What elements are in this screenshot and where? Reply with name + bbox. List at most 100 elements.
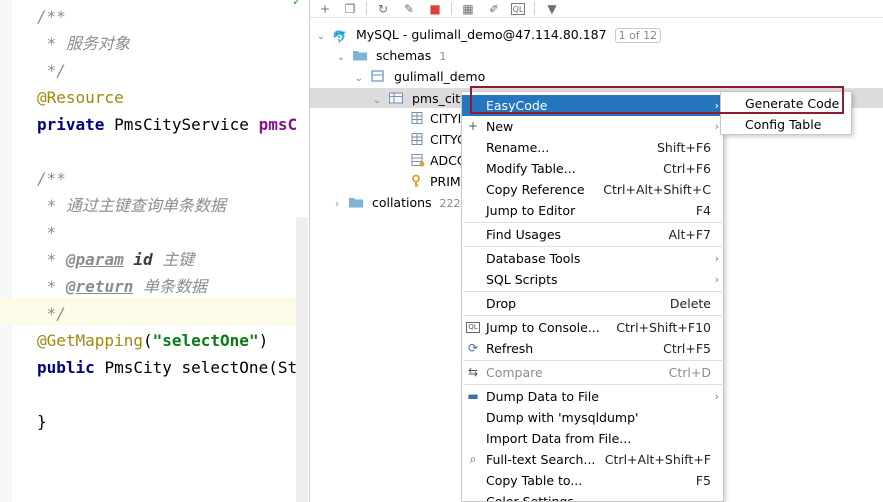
collapse-arrow-icon[interactable]: › bbox=[330, 194, 344, 215]
menu-item-label: Copy Table to... bbox=[486, 473, 583, 488]
menu-item-label: Find Usages bbox=[486, 227, 562, 242]
menu-item-easycode[interactable]: EasyCode › bbox=[462, 95, 723, 116]
expand-arrow-icon[interactable]: ⌄ bbox=[334, 47, 348, 68]
code-line: * @return 单条数据 bbox=[37, 273, 207, 300]
tree-child-item[interactable]: CITYI bbox=[410, 108, 461, 129]
easycode-submenu: Generate Code Config Table bbox=[720, 91, 852, 135]
menu-item-dump-data-to-file[interactable]: ▬ Dump Data to File › bbox=[462, 386, 723, 407]
table-icon bbox=[388, 90, 404, 104]
properties-icon[interactable]: ✎ bbox=[400, 0, 418, 17]
menu-item-label: Drop bbox=[486, 296, 517, 311]
menu-item-rename[interactable]: Rename... Shift+F6 bbox=[462, 137, 723, 158]
schema-label: gulimall_demo bbox=[393, 69, 486, 84]
menu-item-compare: ⇆ Compare Ctrl+D bbox=[462, 362, 723, 383]
menu-item-drop[interactable]: Drop Delete bbox=[462, 293, 723, 314]
tree-child-item[interactable]: PRIM bbox=[410, 171, 461, 192]
menu-item-shortcut: Ctrl+F6 bbox=[663, 161, 711, 176]
menu-item-find-usages[interactable]: Find Usages Alt+F7 bbox=[462, 224, 723, 245]
code-line: */ bbox=[37, 57, 66, 84]
code-token: 单条数据 bbox=[133, 277, 207, 296]
add-icon[interactable]: + bbox=[316, 0, 334, 17]
code-line: * 服务对象 bbox=[37, 30, 130, 57]
menu-item-shortcut: Shift+F6 bbox=[656, 140, 711, 155]
code-line: * 通过主键查询单条数据 bbox=[37, 192, 226, 219]
tree-schema[interactable]: ⌄ gulimall_demo bbox=[352, 66, 485, 87]
refresh-icon[interactable]: ↻ bbox=[374, 0, 392, 17]
toolbar-separator bbox=[451, 2, 452, 15]
menu-item-new[interactable]: + New › bbox=[462, 116, 723, 137]
menu-item-shortcut: F5 bbox=[695, 473, 711, 488]
table-label: pms_city bbox=[411, 91, 468, 106]
menu-item-sql-scripts[interactable]: SQL Scripts › bbox=[462, 269, 723, 290]
menu-item-label: New bbox=[486, 119, 514, 134]
menu-item-jump-to-editor[interactable]: Jump to Editor F4 bbox=[462, 200, 723, 221]
menu-item-label: Rename... bbox=[486, 140, 550, 155]
menu-item-color-settings[interactable]: Color Settings... bbox=[462, 491, 723, 501]
menu-item-shortcut: Delete bbox=[669, 296, 711, 311]
menu-item-full-text-search[interactable]: ⌕ Full-text Search... Ctrl+Alt+Shift+F bbox=[462, 449, 723, 470]
expand-arrow-icon[interactable]: ⌄ bbox=[370, 90, 384, 111]
tree-child-label: CITYI bbox=[430, 111, 462, 126]
code-token: @Resource bbox=[37, 88, 124, 107]
filter-icon[interactable]: ▼ bbox=[543, 0, 561, 17]
menu-item-import-data-from-file[interactable]: Import Data from File... bbox=[462, 428, 723, 449]
code-token: PmsCity selectOne(St bbox=[104, 358, 298, 377]
menu-item-label: Import Data from File... bbox=[486, 431, 632, 446]
menu-item-refresh[interactable]: ⟳ Refresh Ctrl+F5 bbox=[462, 338, 723, 359]
menu-item-label: Modify Table... bbox=[486, 161, 576, 176]
inspection-ok-icon: ✓ bbox=[292, 0, 303, 8]
menu-item-modify-table[interactable]: Modify Table... Ctrl+F6 bbox=[462, 158, 723, 179]
code-token: PmsCityService bbox=[114, 115, 259, 134]
menu-item-copy-table-to[interactable]: Copy Table to... F5 bbox=[462, 470, 723, 491]
edit-icon[interactable]: ✐ bbox=[485, 0, 503, 17]
menu-separator bbox=[463, 246, 722, 247]
connection-label: MySQL - gulimall_demo@47.114.80.187 bbox=[355, 27, 607, 42]
stop-icon[interactable]: ■ bbox=[426, 0, 444, 17]
menu-item-copy-reference[interactable]: Copy Reference Ctrl+Alt+Shift+C bbox=[462, 179, 723, 200]
code-editor[interactable]: ✓ /** * 服务对象 */ @Resource private PmsCityS… bbox=[0, 0, 308, 502]
menu-item-shortcut: Ctrl+Alt+Shift+C bbox=[603, 182, 711, 197]
menu-separator bbox=[463, 315, 722, 316]
menu-separator bbox=[463, 222, 722, 223]
code-line: public PmsCity selectOne(St bbox=[37, 354, 297, 381]
tree-table[interactable]: ⌄ pms_city bbox=[370, 88, 468, 109]
code-token: "selectOne" bbox=[152, 331, 259, 350]
menu-item-jump-to-console[interactable]: QL Jump to Console... Ctrl+Shift+F10 bbox=[462, 317, 723, 338]
expand-arrow-icon[interactable]: ⌄ bbox=[352, 68, 366, 89]
tree-child-label: PRIM bbox=[430, 174, 461, 189]
tree-child-item[interactable]: CITYC bbox=[410, 129, 466, 150]
copy-icon[interactable]: ❐ bbox=[341, 0, 359, 17]
code-token: id bbox=[133, 250, 153, 269]
menu-item-label: Dump with 'mysqldump' bbox=[486, 410, 639, 425]
tree-connection[interactable]: ⌄ 🐬 MySQL - gulimall_demo@47.114.80.187 … bbox=[314, 24, 662, 47]
code-line: /** bbox=[37, 3, 66, 30]
index-icon bbox=[410, 152, 426, 167]
menu-item-database-tools[interactable]: Database Tools › bbox=[462, 248, 723, 269]
menu-separator bbox=[463, 291, 722, 292]
submenu-item-config-table[interactable]: Config Table bbox=[721, 114, 851, 135]
console-icon[interactable]: QL bbox=[511, 3, 525, 15]
code-token: @param bbox=[65, 250, 124, 269]
folder-icon bbox=[348, 194, 364, 208]
submenu-arrow-icon: › bbox=[714, 120, 719, 133]
tree-schemas[interactable]: ⌄ schemas 1 bbox=[334, 45, 447, 68]
submenu-item-generate-code[interactable]: Generate Code bbox=[721, 93, 851, 114]
compare-icon: ⇆ bbox=[467, 365, 479, 379]
expand-arrow-icon[interactable]: ⌄ bbox=[314, 26, 328, 47]
tree-collations[interactable]: › collations 222 bbox=[330, 192, 461, 213]
menu-item-label: SQL Scripts bbox=[486, 272, 558, 287]
code-line: } bbox=[37, 408, 47, 435]
schemas-count: 1 bbox=[439, 50, 447, 63]
toolbar-separator bbox=[534, 2, 535, 15]
menu-item-dump-with-mysqldump[interactable]: Dump with 'mysqldump' bbox=[462, 407, 723, 428]
code-token: } bbox=[37, 412, 47, 431]
code-token: * bbox=[37, 250, 66, 269]
code-token: */ bbox=[37, 61, 66, 80]
code-token: pmsC bbox=[258, 115, 298, 134]
table-icon[interactable]: ▦ bbox=[459, 0, 477, 17]
code-token: ( bbox=[142, 331, 153, 350]
tree-child-item[interactable]: ADCO bbox=[410, 150, 467, 171]
dump-icon: ▬ bbox=[467, 389, 479, 403]
menu-item-label: Dump Data to File bbox=[486, 389, 599, 404]
